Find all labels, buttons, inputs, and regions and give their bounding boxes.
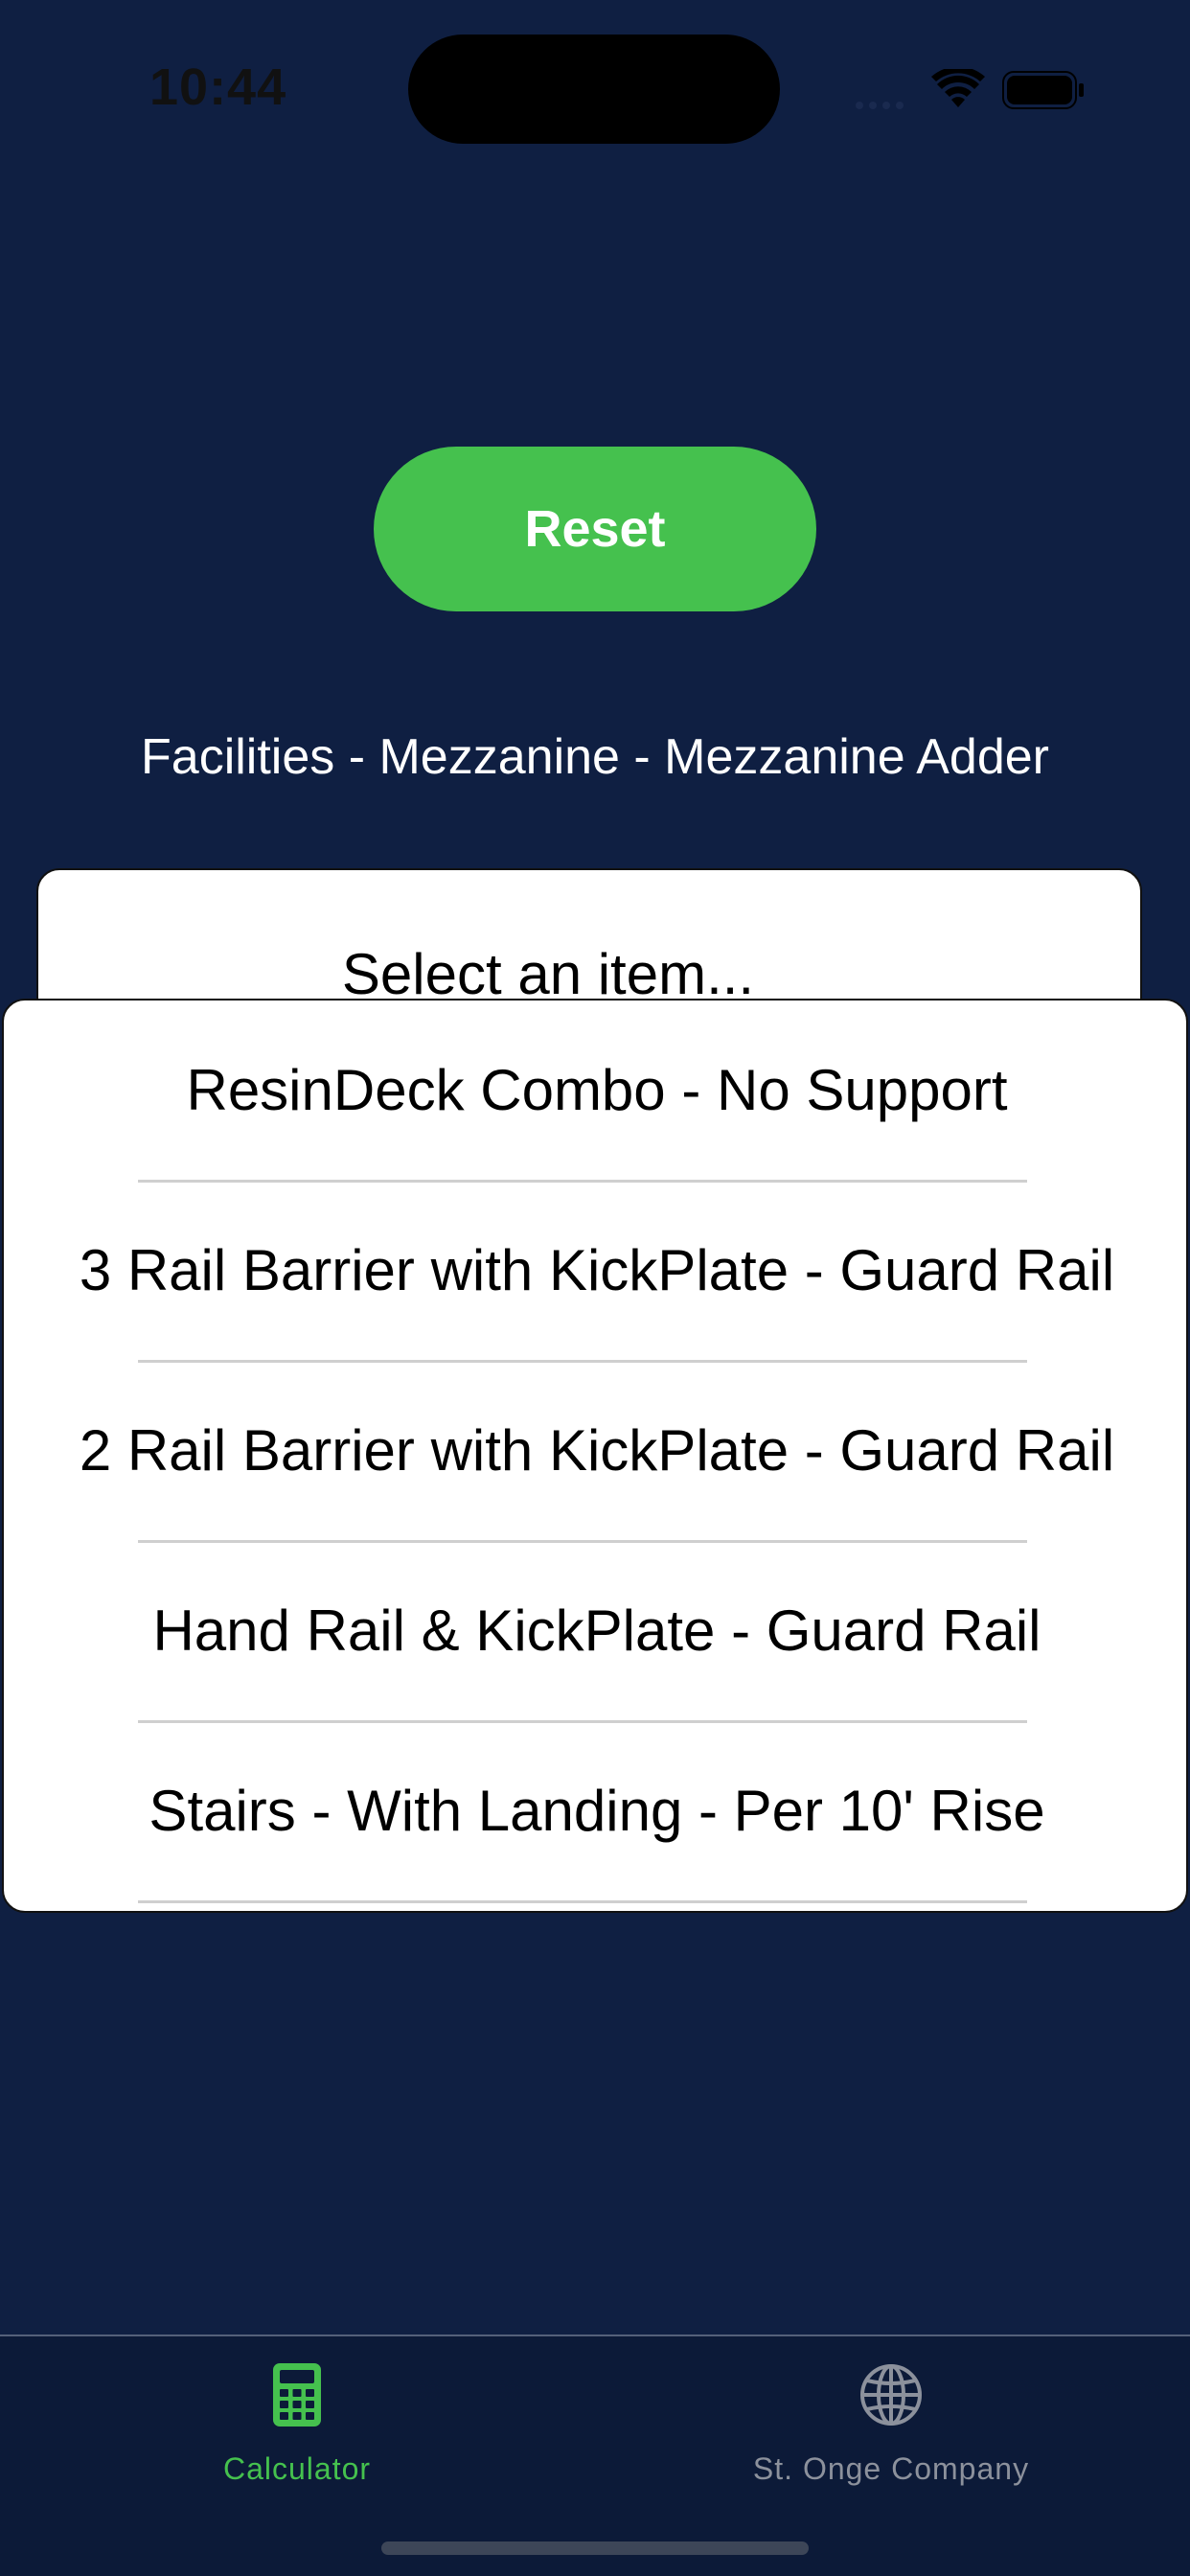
dropdown-item[interactable]: Hand Rail & KickPlate - Guard Rail	[4, 1541, 1186, 1721]
tab-calculator-label: Calculator	[222, 2451, 372, 2486]
status-bar: 10:44	[0, 0, 1190, 172]
dynamic-island	[408, 34, 780, 144]
category-breadcrumb: Facilities - Mezzanine - Mezzanine Adder	[141, 729, 1049, 785]
dropdown-item-label: Hand Rail & KickPlate - Guard Rail	[152, 1598, 1041, 1663]
globe-icon	[860, 2364, 922, 2426]
divider	[138, 1900, 1027, 1903]
dropdown-item-label: ResinDeck Combo - No Support	[186, 1058, 1008, 1122]
status-time: 10:44	[149, 58, 287, 116]
picker-placeholder: Select an item...	[341, 942, 755, 1006]
battery-icon	[1002, 71, 1084, 109]
dropdown-item-label: 2 Rail Barrier with KickPlate - Guard Ra…	[79, 1418, 1115, 1483]
tab-bar: Calculator St. Onge Company	[0, 2334, 1190, 2576]
dropdown-item-label: 3 Rail Barrier with KickPlate - Guard Ra…	[79, 1238, 1115, 1302]
tab-company-label: St. Onge Company	[752, 2451, 1030, 2486]
wifi-icon	[931, 69, 985, 107]
tab-calculator[interactable]: Calculator	[105, 2336, 489, 2509]
dropdown-item[interactable]: 2 Rail Barrier with KickPlate - Guard Ra…	[4, 1361, 1186, 1541]
dropdown-item[interactable]: 3 Rail Barrier with KickPlate - Guard Ra…	[4, 1181, 1186, 1361]
dropdown-item[interactable]: ResinDeck Combo - No Support	[4, 1000, 1186, 1181]
dropdown-item-label: Stairs - With Landing - Per 10' Rise	[149, 1779, 1045, 1843]
item-dropdown-list[interactable]: ResinDeck Combo - No Support 3 Rail Barr…	[2, 999, 1188, 1913]
tab-st-onge-company[interactable]: St. Onge Company	[699, 2336, 1083, 2509]
home-indicator	[381, 2542, 809, 2555]
signal-icon	[856, 102, 904, 109]
dropdown-item[interactable]: Stairs - With Landing - Per 10' Rise	[4, 1721, 1186, 1901]
reset-button[interactable]: Reset	[374, 447, 816, 611]
calculator-icon	[273, 2363, 321, 2426]
